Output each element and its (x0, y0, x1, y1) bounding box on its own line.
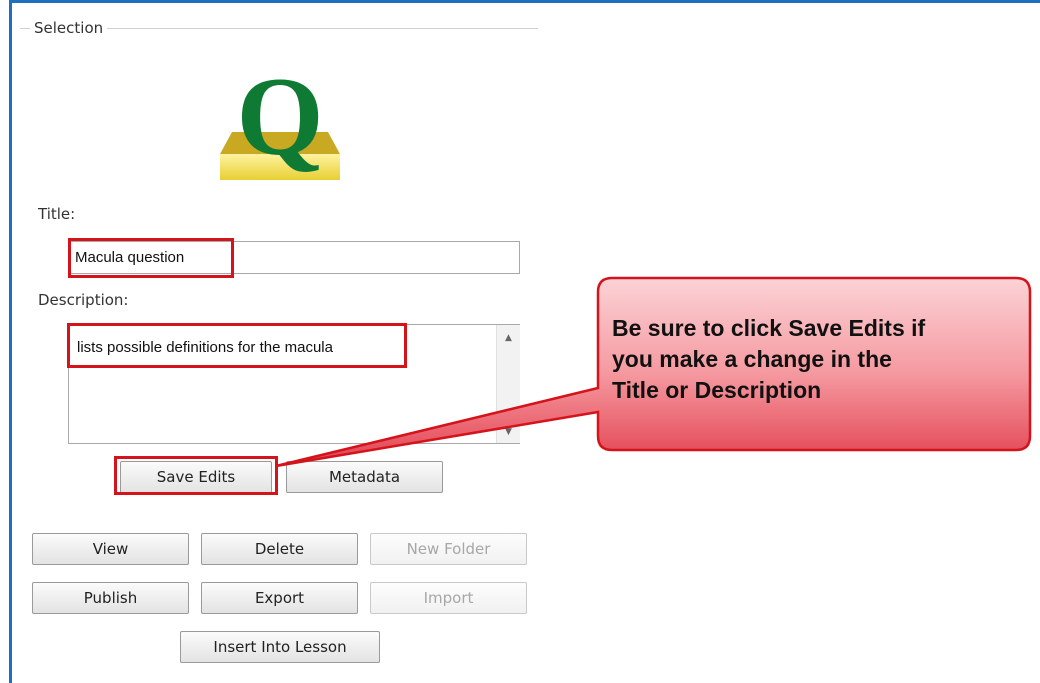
export-button[interactable]: Export (201, 582, 358, 614)
new-folder-button: New Folder (370, 533, 527, 565)
callout-text: Be sure to click Save Edits if you make … (612, 313, 1012, 406)
save-edits-highlight-box (114, 456, 278, 495)
delete-button[interactable]: Delete (201, 533, 358, 565)
description-highlight-box (67, 323, 407, 368)
import-button: Import (370, 582, 527, 614)
title-highlight-box (68, 238, 234, 278)
selection-group-label: Selection (30, 19, 108, 37)
view-button[interactable]: View (32, 533, 189, 565)
question-icon-letter: Q (236, 58, 323, 179)
callout-line-1: Be sure to click Save Edits if (612, 315, 926, 341)
scroll-up-arrow-icon[interactable]: ▲ (497, 329, 520, 347)
insert-into-lesson-button[interactable]: Insert Into Lesson (180, 631, 380, 663)
window-frame-left (9, 0, 12, 683)
callout-line-2: you make a change in the (612, 346, 892, 372)
callout-line-3: Title or Description (612, 377, 822, 403)
metadata-button[interactable]: Metadata (286, 461, 443, 493)
publish-button[interactable]: Publish (32, 582, 189, 614)
title-label: Title: (38, 205, 76, 223)
question-icon: Q (220, 58, 340, 180)
scroll-down-arrow-icon[interactable]: ▼ (497, 423, 520, 441)
description-scrollbar[interactable]: ▲ ▼ (496, 325, 520, 443)
window-frame-top (9, 0, 1040, 3)
description-label: Description: (38, 291, 129, 309)
